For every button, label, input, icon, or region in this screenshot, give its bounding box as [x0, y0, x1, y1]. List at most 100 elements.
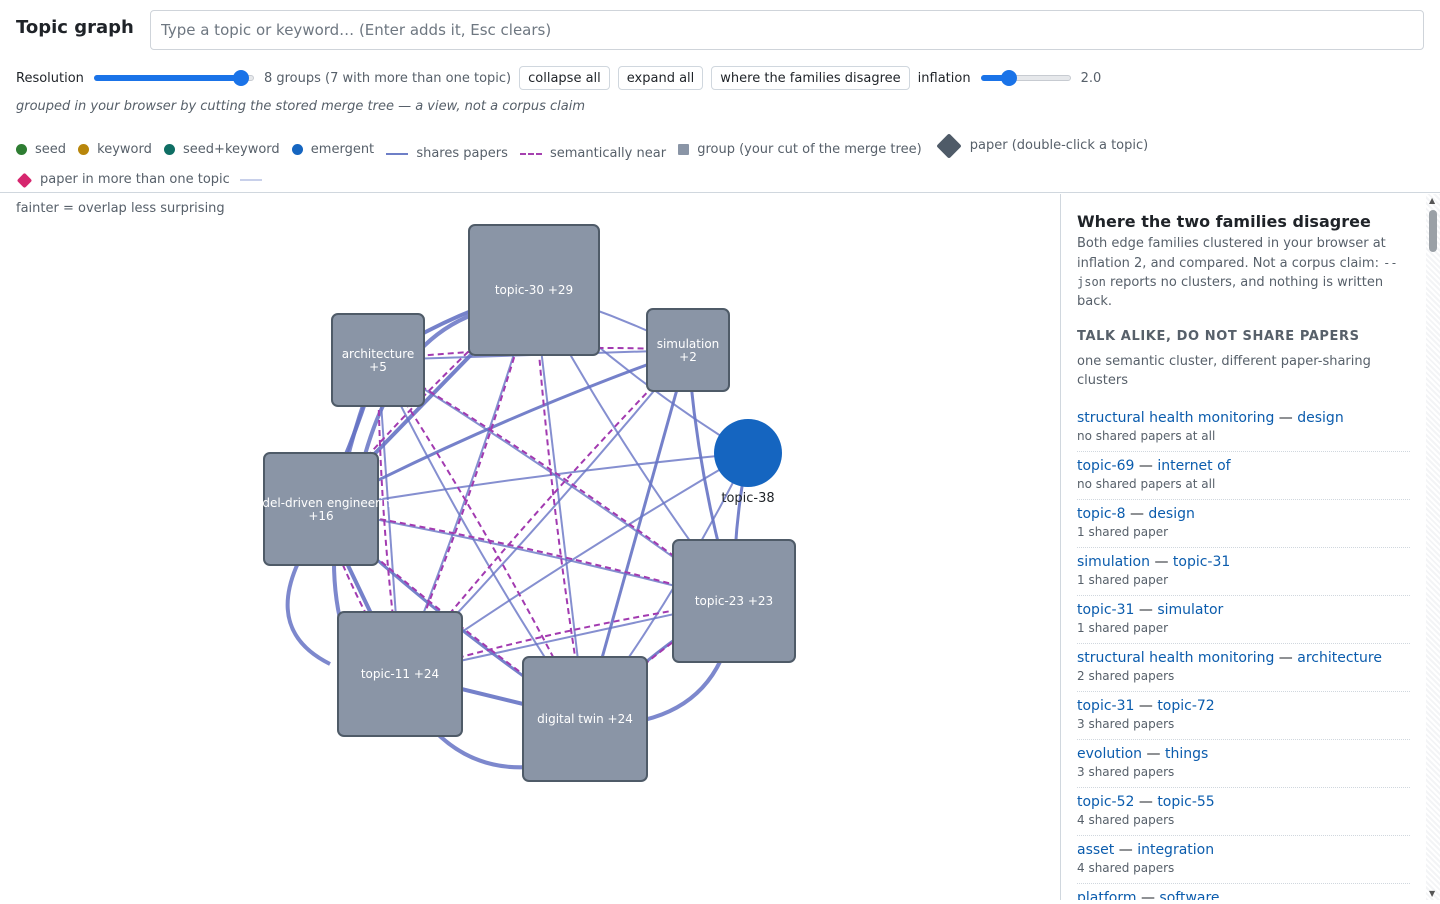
pair-topic-b-link[interactable]: topic-55	[1157, 794, 1214, 810]
pair-topic-b-link[interactable]: design	[1148, 506, 1194, 522]
disagreement-panel: Where the two families disagree Both edg…	[1060, 194, 1440, 900]
topic-search-input[interactable]	[150, 10, 1424, 50]
pair-topic-b-link[interactable]: internet of	[1157, 458, 1230, 474]
collapse-all-button[interactable]: collapse all	[519, 66, 610, 90]
group-node[interactable]: digital twin +24	[522, 656, 648, 782]
scroll-down-icon[interactable]: ▼	[1429, 889, 1435, 898]
paper-diamond-icon	[936, 133, 962, 159]
group-node[interactable]: model-driven engineering +16	[243, 452, 399, 566]
emergent-topic-node[interactable]	[714, 419, 782, 487]
group-node[interactable]: architecture +5	[331, 313, 425, 407]
resolution-slider-fill	[93, 75, 242, 81]
legend-shares-label: shares papers	[416, 146, 508, 161]
pair-topic-a-link[interactable]: structural health monitoring	[1077, 410, 1274, 426]
pair-topics: topic-8 — design	[1077, 504, 1410, 524]
pair-shared-count: no shared papers at all	[1077, 477, 1216, 491]
scroll-up-icon[interactable]: ▲	[1429, 196, 1435, 205]
panel-desc-part-2: reports no clusters, and nothing is writ…	[1077, 275, 1384, 309]
group-node[interactable]: topic-23 +23	[672, 539, 796, 663]
graph-svg[interactable]: topic-30 +29 architecture +5 simulation +2 mo…	[0, 194, 1060, 900]
pair-topic-b-link[interactable]: simulator	[1157, 602, 1223, 618]
pair-separator: —	[1129, 506, 1144, 522]
families-disagree-button[interactable]: where the families disagree	[711, 66, 910, 90]
pair-topics: platform — software	[1077, 888, 1410, 900]
legend-group: group (your cut of the merge tree)	[678, 137, 922, 163]
pair-separator: —	[1140, 890, 1155, 900]
resolution-slider-thumb[interactable]	[233, 70, 250, 86]
pair-shared-count: no shared papers at all	[1077, 429, 1216, 443]
pair-item: topic-52 — topic-55 4 shared papers	[1077, 788, 1410, 836]
pair-topic-a-link[interactable]: simulation	[1077, 554, 1150, 570]
legend-emergent: emergent	[291, 137, 375, 163]
pair-topic-a-link[interactable]: platform	[1077, 890, 1137, 900]
legend-emergent-label: emergent	[310, 141, 375, 157]
panel-description: Both edge families clustered in your bro…	[1077, 235, 1410, 311]
panel-scrollbar[interactable]: ▲ ▼	[1426, 194, 1440, 900]
pair-topic-a-link[interactable]: structural health monitoring	[1077, 650, 1274, 666]
pair-topic-b-link[interactable]: things	[1165, 746, 1208, 762]
expand-all-button[interactable]: expand all	[617, 66, 704, 90]
pair-shared-count: 4 shared papers	[1077, 813, 1175, 827]
pair-topics: structural health monitoring — architect…	[1077, 648, 1410, 668]
panel-section-subtitle: one semantic cluster, different paper-sh…	[1077, 354, 1371, 388]
page-title: Topic graph	[16, 17, 134, 38]
pair-topic-b-link[interactable]: integration	[1137, 842, 1214, 858]
pair-separator: —	[1154, 554, 1169, 570]
pair-topic-a-link[interactable]: asset	[1077, 842, 1114, 858]
pair-topics: topic-52 — topic-55	[1077, 792, 1410, 812]
emergent-dot-icon	[291, 144, 303, 155]
pair-shared-count: 1 shared paper	[1077, 573, 1169, 587]
pair-topic-a-link[interactable]: evolution	[1077, 746, 1142, 762]
group-label: digital twin +24	[537, 712, 633, 726]
pair-topics: topic-31 — topic-72	[1077, 696, 1410, 716]
disagreement-pair-list: structural health monitoring — design no …	[1077, 404, 1410, 900]
pair-topic-a-link[interactable]: topic-52	[1077, 794, 1134, 810]
pair-separator: —	[1118, 842, 1133, 858]
legend-seed-keyword: seed+keyword	[164, 137, 280, 163]
topic-label: topic-38	[721, 491, 774, 506]
pair-topic-a-link[interactable]: topic-31	[1077, 698, 1134, 714]
resolution-slider[interactable]	[93, 70, 254, 86]
multi-paper-diamond-icon	[16, 172, 33, 188]
inflation-slider[interactable]	[980, 70, 1071, 86]
group-node[interactable]: topic-30 +29	[468, 224, 600, 356]
pair-item: topic-8 — design 1 shared paper	[1077, 500, 1410, 548]
panel-section-heading: TALK ALIKE, DO NOT SHARE PAPERS	[1077, 329, 1360, 344]
seed-keyword-dot-icon	[164, 144, 176, 155]
pair-separator: —	[1138, 698, 1153, 714]
pair-separator: —	[1146, 746, 1161, 762]
pair-topic-b-link[interactable]: topic-72	[1157, 698, 1214, 714]
pair-topic-b-link[interactable]: topic-31	[1173, 554, 1230, 570]
pair-shared-count: 1 shared paper	[1077, 525, 1169, 539]
pair-shared-count: 2 shared papers	[1077, 669, 1175, 683]
pair-topics: evolution — things	[1077, 744, 1410, 764]
pair-topic-a-link[interactable]: topic-69	[1077, 458, 1134, 474]
pair-item: topic-69 — internet of no shared papers a…	[1077, 452, 1410, 500]
pair-topic-a-link[interactable]: topic-31	[1077, 602, 1134, 618]
pair-separator: —	[1278, 410, 1293, 426]
pair-separator: —	[1138, 794, 1153, 810]
pair-topic-b-link[interactable]: design	[1297, 410, 1343, 426]
scrollbar-thumb[interactable]	[1429, 210, 1437, 252]
pair-topic-b-link[interactable]: software	[1159, 890, 1219, 900]
legend-seed: seed	[16, 137, 66, 163]
pair-separator: —	[1138, 602, 1153, 618]
pair-shared-count: 3 shared papers	[1077, 717, 1175, 731]
pair-topic-b-link[interactable]: architecture	[1297, 650, 1382, 666]
legend-shares: shares papers	[386, 141, 508, 167]
pair-item: simulation — topic-31 1 shared paper	[1077, 548, 1410, 596]
pair-item: evolution — things 3 shared papers	[1077, 740, 1410, 788]
group-node[interactable]: topic-11 +24	[337, 611, 463, 737]
pair-separator: —	[1138, 458, 1153, 474]
group-label: topic-11 +24	[361, 667, 439, 681]
legend-near: semantically near	[519, 141, 666, 167]
solid-line-icon	[386, 153, 409, 155]
graph-canvas[interactable]: topic-30 +29 architecture +5 simulation +2 mo…	[0, 194, 1060, 900]
pair-topic-a-link[interactable]: topic-8	[1077, 506, 1126, 522]
group-node[interactable]: simulation +2	[646, 308, 730, 392]
pair-shared-count: 1 shared paper	[1077, 621, 1169, 635]
group-label: topic-23 +23	[695, 594, 773, 608]
controls-row: Resolution 8 groups (7 with more than on…	[16, 66, 1101, 90]
inflation-slider-thumb[interactable]	[1001, 70, 1018, 86]
resolution-label: Resolution	[16, 70, 84, 86]
